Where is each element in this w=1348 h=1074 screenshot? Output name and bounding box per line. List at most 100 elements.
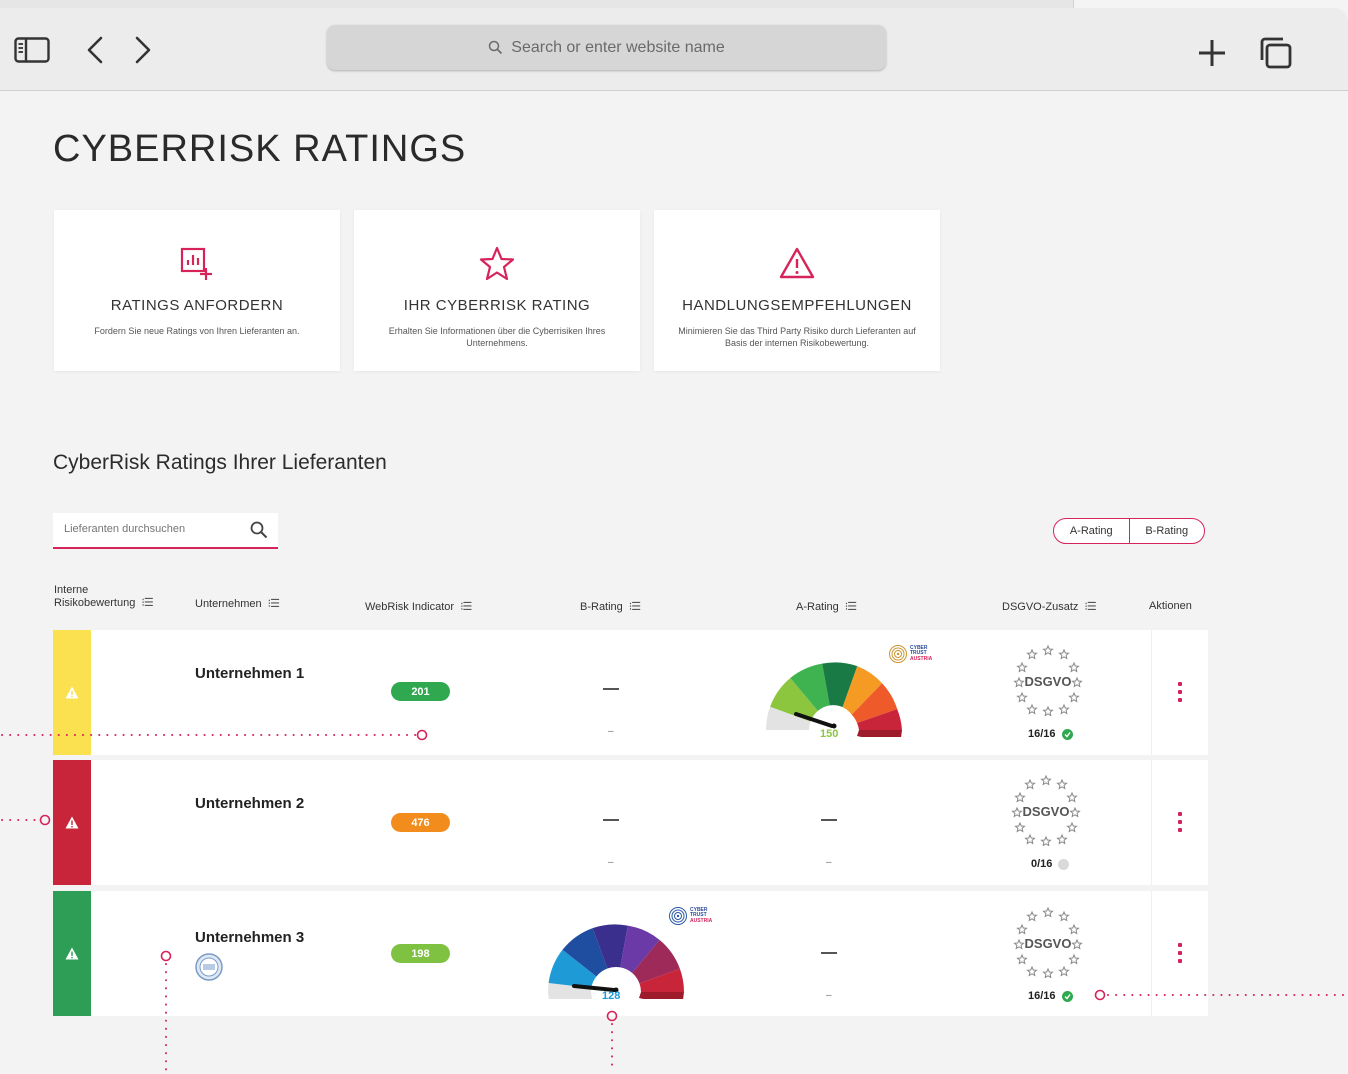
column-divider xyxy=(1151,630,1152,755)
dsgvo-label: DSGVO xyxy=(1023,804,1070,819)
a-rating-score: 150 xyxy=(820,728,839,740)
header-label: Risikobewertung xyxy=(54,596,136,609)
section-title: CyberRisk Ratings Ihrer Lieferanten xyxy=(53,451,387,474)
card-title: HANDLUNGSEMPFEHLUNGEN xyxy=(682,297,912,314)
search-icon xyxy=(489,40,503,55)
header-dsgvo[interactable]: DSGVO-Zusatz ⁝☰ xyxy=(1002,600,1097,614)
header-webrisk[interactable]: WebRisk Indicator ⁝☰ xyxy=(365,600,472,614)
b-rating-empty xyxy=(603,688,619,690)
dsgvo-count-value: 16/16 xyxy=(1028,728,1056,740)
dsgvo-seal: DSGVO xyxy=(1011,774,1081,846)
card-description: Minimieren Sie das Third Party Risiko du… xyxy=(678,326,916,348)
dsgvo-count-value: 0/16 xyxy=(1031,858,1053,870)
b-rating-empty xyxy=(603,819,619,821)
address-placeholder: Search or enter website name xyxy=(511,38,725,56)
toggle-b-rating[interactable]: B-Rating xyxy=(1128,519,1205,543)
sort-icon: ⁝☰ xyxy=(1084,601,1096,613)
more-actions-icon[interactable] xyxy=(1177,812,1183,832)
card-ratings-anfordern[interactable]: RATINGS ANFORDERN Fordern Sie neue Ratin… xyxy=(54,210,340,371)
dsgvo-count-value: 16/16 xyxy=(1028,990,1056,1002)
header-label: Interne xyxy=(54,584,89,596)
risk-indicator xyxy=(53,630,91,755)
webrisk-badge: 198 xyxy=(391,944,450,963)
card-ihr-cyberrisk-rating[interactable]: IHR CYBERRISK RATING Erhalten Sie Inform… xyxy=(354,210,640,371)
status-dot-icon xyxy=(1058,858,1070,870)
a-rating-empty xyxy=(821,952,837,954)
sort-icon: ⁝☰ xyxy=(460,601,472,613)
check-icon xyxy=(1061,728,1073,740)
card-description: Fordern Sie neue Ratings von Ihren Liefe… xyxy=(94,326,300,336)
table-row[interactable]: Unternehmen 1 201 – 150 CYBER TRUST AUST… xyxy=(53,630,1208,755)
sort-icon: ⁝☰ xyxy=(267,598,280,610)
header-interne-risikobewertung[interactable]: Interne Risikobewertung ⁝☰ xyxy=(54,584,154,609)
browser-toolbar: Search or enter website name xyxy=(0,8,1348,91)
card-handlungsempfehlungen[interactable]: HANDLUNGSEMPFEHLUNGEN Minimieren Sie das… xyxy=(654,210,940,371)
webrisk-badge: 201 xyxy=(391,682,450,701)
toggle-a-rating[interactable]: A-Rating xyxy=(1054,519,1129,543)
brand-austria: AUSTRIA xyxy=(910,655,933,662)
header-label: A-Rating xyxy=(796,600,839,613)
cyber-trust-logo: CYBER TRUST AUSTRIA xyxy=(888,644,932,664)
a-rating-sub: – xyxy=(826,857,832,868)
header-a-rating[interactable]: A-Rating ⁝☰ xyxy=(796,600,857,614)
company-name[interactable]: Unternehmen 1 xyxy=(195,665,304,682)
back-icon[interactable] xyxy=(86,36,104,64)
dsgvo-count: 0/16 xyxy=(1031,858,1070,870)
card-title: IHR CYBERRISK RATING xyxy=(403,297,591,314)
fingerprint-icon xyxy=(889,645,907,663)
header-aktionen: Aktionen xyxy=(1149,600,1192,612)
warning-icon xyxy=(654,246,940,282)
dsgvo-seal: DSGVO xyxy=(1013,906,1083,978)
cyber-trust-logo: CYBER TRUST AUSTRIA xyxy=(668,906,712,926)
header-label: Aktionen xyxy=(1149,600,1192,612)
more-actions-icon[interactable] xyxy=(1177,682,1183,702)
star-icon xyxy=(354,246,640,282)
sidebar-icon[interactable] xyxy=(14,37,50,63)
dsgvo-seal: DSGVO xyxy=(1013,644,1083,716)
address-bar[interactable]: Search or enter website name xyxy=(327,25,886,70)
table-row[interactable]: Unternehmen 2 476 – – DSGVO 0/16 xyxy=(53,760,1208,885)
webrisk-badge: 476 xyxy=(391,813,450,832)
company-name[interactable]: Unternehmen 2 xyxy=(195,795,304,812)
sort-icon: ⁝☰ xyxy=(844,601,857,613)
sort-icon: ⁝☰ xyxy=(628,601,641,613)
a-rating-empty xyxy=(821,819,837,821)
a-rating-sub: – xyxy=(826,990,832,1001)
card-title: RATINGS ANFORDERN xyxy=(110,297,284,314)
card-description: Erhalten Sie Informationen über die Cybe… xyxy=(388,326,606,348)
search-icon[interactable] xyxy=(250,521,268,544)
header-unternehmen[interactable]: Unternehmen ⁝☰ xyxy=(195,597,280,611)
dsgvo-label: DSGVO xyxy=(1025,674,1072,689)
header-b-rating[interactable]: B-Rating ⁝☰ xyxy=(580,600,641,614)
new-tab-icon[interactable] xyxy=(1197,38,1227,68)
supplier-search xyxy=(53,513,278,549)
header-label: WebRisk Indicator xyxy=(365,600,455,613)
a-rating-gauge[interactable] xyxy=(759,642,909,737)
dsgvo-count: 16/16 xyxy=(1028,728,1073,740)
column-divider xyxy=(1151,760,1152,885)
b-rating-sub: – xyxy=(608,857,614,868)
sort-icon: ⁝☰ xyxy=(141,597,153,609)
check-icon xyxy=(1061,990,1073,1002)
forward-icon[interactable] xyxy=(134,36,152,64)
page-title: CYBERRISK RATINGS xyxy=(53,128,467,170)
dsgvo-count: 16/16 xyxy=(1028,990,1073,1002)
warning-icon xyxy=(65,947,79,960)
more-actions-icon[interactable] xyxy=(1177,943,1183,963)
certificate-badge-icon xyxy=(195,953,223,981)
tabs-overview-icon[interactable] xyxy=(1259,37,1293,69)
b-rating-score: 128 xyxy=(602,990,621,1002)
supplier-search-input[interactable] xyxy=(64,523,234,535)
company-name[interactable]: Unternehmen 3 xyxy=(195,929,304,946)
warning-icon xyxy=(65,816,79,829)
request-rating-icon xyxy=(54,246,340,282)
fingerprint-icon xyxy=(669,907,687,925)
dsgvo-label: DSGVO xyxy=(1025,936,1072,951)
b-rating-sub: – xyxy=(608,726,614,737)
rating-toggle: A-Rating B-Rating xyxy=(1053,518,1205,544)
table-row[interactable]: Unternehmen 3 198 128 CYBER TRUST AUSTRI… xyxy=(53,891,1208,1016)
header-label: DSGVO-Zusatz xyxy=(1002,600,1079,613)
brand-austria: AUSTRIA xyxy=(690,917,713,924)
header-label: B-Rating xyxy=(580,600,623,613)
risk-indicator xyxy=(53,760,91,885)
